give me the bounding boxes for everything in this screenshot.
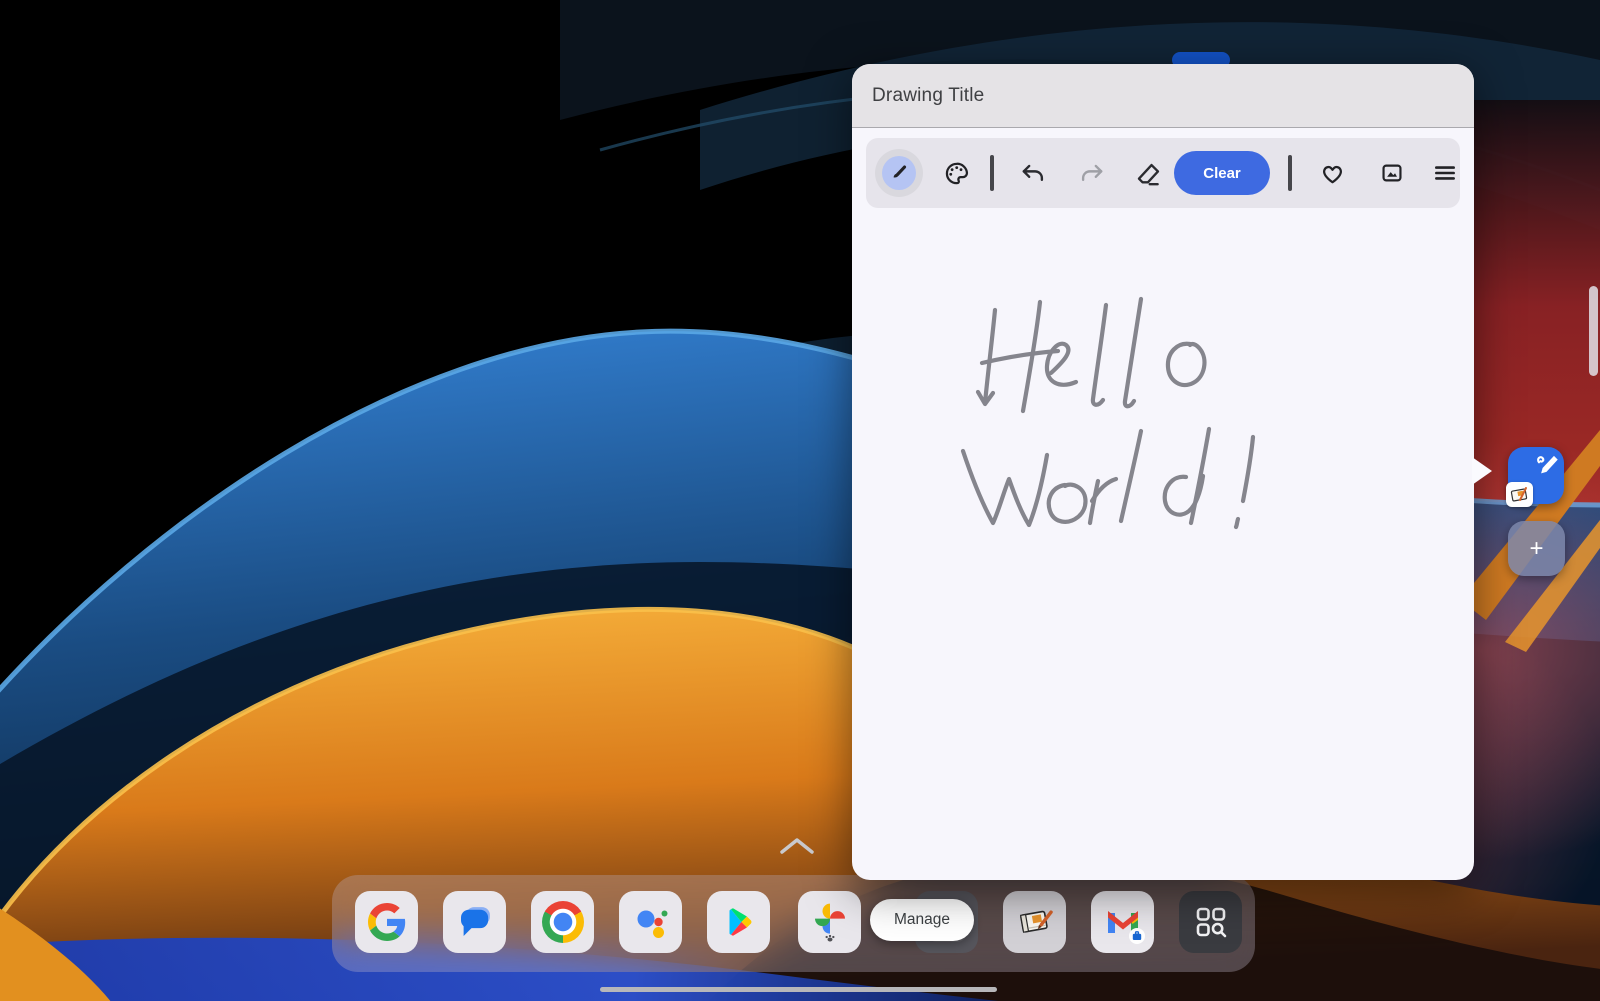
- toolbar-divider-2: [1288, 155, 1292, 191]
- edge-scrollbar[interactable]: [1589, 286, 1598, 376]
- gesture-bar[interactable]: [600, 987, 997, 992]
- drawing-toolbar: Clear: [866, 138, 1460, 208]
- drawing-canvas[interactable]: [852, 210, 1474, 880]
- redo-button[interactable]: [1068, 138, 1116, 208]
- drawing-app-bubble[interactable]: [1508, 447, 1564, 504]
- bubble-app-badge: [1506, 482, 1533, 507]
- dock-icon-apps-search[interactable]: [1179, 891, 1242, 953]
- dock-icon-chrome[interactable]: [531, 891, 594, 953]
- handwriting-hello-world: [963, 299, 1253, 527]
- undo-button[interactable]: [1009, 138, 1057, 208]
- screen: Manage Drawing Title: [0, 0, 1600, 1001]
- work-briefcase-badge: [1129, 928, 1145, 944]
- gmail-icon: [1101, 900, 1145, 944]
- brush-tool-button[interactable]: [875, 138, 923, 208]
- overflow-menu-icon: [1432, 160, 1458, 186]
- dock-icon-gmail[interactable]: [1091, 891, 1154, 953]
- google-icon: [368, 903, 406, 941]
- manage-tooltip[interactable]: Manage: [870, 899, 974, 941]
- chrome-icon: [542, 901, 584, 943]
- brush-selected-circle: [882, 156, 916, 190]
- notebook-pen-icon: [1506, 482, 1533, 507]
- dock: [332, 875, 1255, 972]
- dock-icon-photos[interactable]: [798, 891, 861, 953]
- paw-badge: [825, 935, 834, 942]
- add-bubble-label: +: [1529, 535, 1543, 563]
- brush-icon: [888, 162, 910, 184]
- dock-icon-messages[interactable]: [443, 891, 506, 953]
- favorite-heart-icon: [1319, 160, 1346, 187]
- eraser-icon: [1134, 160, 1161, 187]
- favorite-button[interactable]: [1308, 138, 1356, 208]
- apps-search-icon: [1191, 902, 1231, 942]
- drawing-window: Drawing Title: [852, 64, 1474, 880]
- window-title: Drawing Title: [872, 85, 984, 107]
- brush-selected-ring: [875, 149, 923, 197]
- overflow-menu-button[interactable]: [1421, 138, 1469, 208]
- redo-icon: [1079, 160, 1105, 186]
- scribble-pen-icon: [1532, 451, 1562, 481]
- insert-image-button[interactable]: [1368, 138, 1416, 208]
- photos-icon: [810, 900, 850, 944]
- add-bubble-button[interactable]: +: [1508, 521, 1565, 576]
- clear-button[interactable]: Clear: [1174, 151, 1270, 195]
- manage-tooltip-label: Manage: [894, 911, 950, 929]
- chevron-up-icon[interactable]: [779, 836, 815, 856]
- play-store-icon: [720, 903, 758, 941]
- undo-icon: [1020, 160, 1046, 186]
- dock-icon-assistant[interactable]: [619, 891, 682, 953]
- dock-icon-google[interactable]: [355, 891, 418, 953]
- palette-icon: [943, 160, 970, 187]
- insert-image-icon: [1379, 160, 1405, 186]
- bubble-expand-arrow[interactable]: [1470, 456, 1494, 486]
- dock-icon-play-store[interactable]: [707, 891, 770, 953]
- eraser-button[interactable]: [1123, 138, 1171, 208]
- messages-icon: [454, 901, 496, 943]
- assistant-icon: [631, 902, 671, 942]
- window-titlebar[interactable]: Drawing Title: [852, 64, 1474, 128]
- dock-icon-notebook[interactable]: [1003, 891, 1066, 953]
- palette-tool-button[interactable]: [932, 138, 980, 208]
- toolbar-divider-1: [990, 155, 994, 191]
- notebook-app-icon: [1014, 901, 1056, 943]
